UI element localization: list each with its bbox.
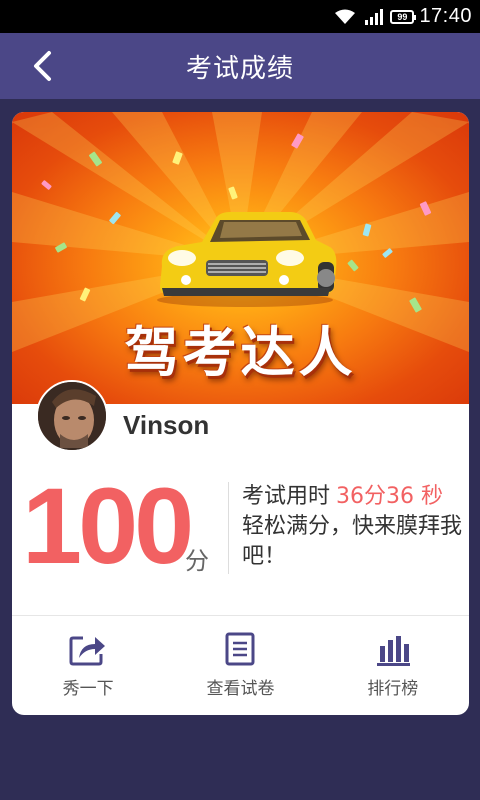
action-bar: 秀一下 查看试卷 排行榜: [12, 616, 469, 715]
battery-level: 99: [397, 11, 408, 22]
divider: [228, 482, 229, 574]
avatar[interactable]: [36, 380, 108, 452]
view-paper-button[interactable]: 查看试卷: [180, 632, 300, 699]
exam-time-row: 考试用时 36分36 秒: [242, 482, 464, 512]
page-title: 考试成绩: [185, 53, 294, 84]
share-button[interactable]: 秀一下: [28, 632, 148, 699]
status-bar: 99 17:40: [0, 0, 480, 33]
share-icon: [69, 636, 106, 666]
achievement-title: 驾考达人: [124, 321, 357, 384]
exam-time-label: 考试用时: [242, 484, 331, 509]
avatar-face: [38, 382, 106, 450]
bar-chart-icon: [376, 636, 410, 666]
status-time: 17:40: [419, 5, 472, 27]
result-card: 驾考达人 Vinson 100 分 考试用时 36分36 秒 轻松满分，快来膜拜我…: [12, 112, 469, 715]
signal-icon: [364, 8, 384, 25]
share-label: 秀一下: [62, 679, 114, 699]
score-value: 100: [22, 465, 194, 586]
result-message: 轻松满分，快来膜拜我吧！: [242, 514, 463, 569]
app-header: 考试成绩: [0, 33, 480, 99]
username: Vinson: [123, 410, 210, 440]
achievement-banner: 驾考达人: [12, 112, 469, 404]
exam-stats: 考试用时 36分36 秒 轻松满分，快来膜拜我吧！: [242, 482, 464, 572]
leaderboard-label: 排行榜: [367, 679, 419, 699]
chevron-left-icon: [34, 51, 51, 81]
back-button[interactable]: [26, 50, 58, 82]
wifi-icon: [334, 9, 356, 25]
document-icon: [225, 632, 255, 666]
view-paper-label: 查看试卷: [206, 679, 275, 699]
exam-time-value: 36分36 秒: [336, 484, 443, 509]
leaderboard-button[interactable]: 排行榜: [333, 632, 453, 699]
battery-icon: 99: [390, 9, 417, 24]
car-illustration: [157, 212, 337, 307]
score-unit: 分: [185, 547, 209, 575]
